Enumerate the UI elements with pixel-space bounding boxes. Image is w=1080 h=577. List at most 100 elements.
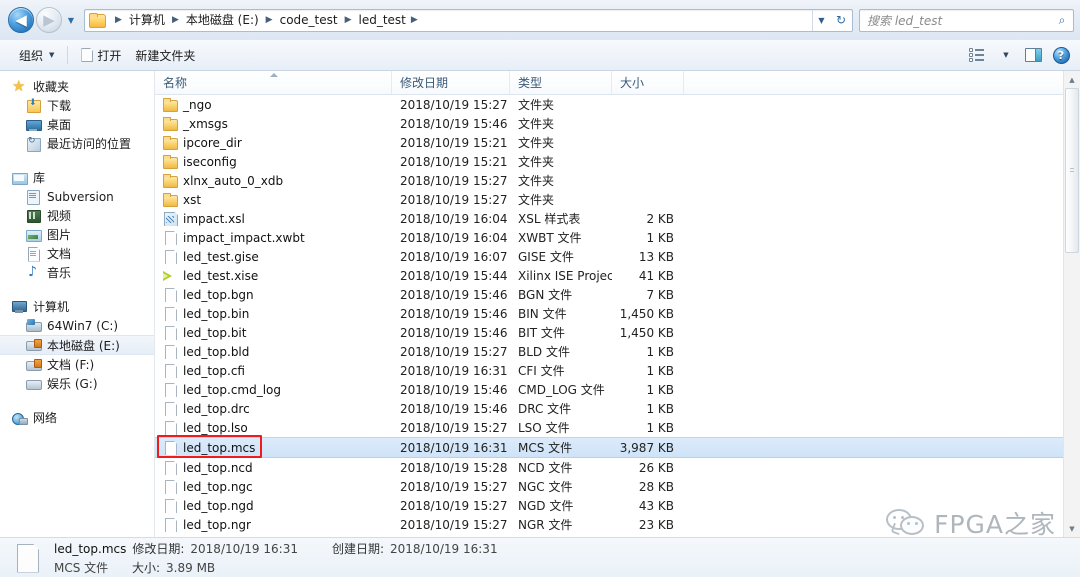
cell-type: CMD_LOG 文件 — [510, 381, 612, 398]
table-row[interactable]: led_top.ngr2018/10/19 15:27NGR 文件23 KB — [155, 515, 1063, 534]
table-row[interactable]: led_top.drc2018/10/19 15:46DRC 文件1 KB — [155, 399, 1063, 418]
back-button[interactable]: ◀ — [8, 7, 34, 33]
scroll-down-button[interactable]: ▼ — [1064, 520, 1080, 537]
breadcrumb-item-computer[interactable]: 计算机 — [127, 10, 167, 30]
cell-modified-date: 2018/10/19 15:46 — [392, 307, 510, 321]
table-row[interactable]: led_top.bit2018/10/19 15:46BIT 文件1,450 K… — [155, 323, 1063, 342]
sidebar-item-drive-f[interactable]: 文档 (F:) — [0, 355, 154, 374]
sidebar-item-computer[interactable]: 计算机 — [0, 297, 154, 316]
cell-type: MCS 文件 — [510, 439, 612, 456]
pictures-icon — [26, 228, 41, 242]
organize-button[interactable]: 组织 ▼ — [12, 44, 61, 67]
sidebar-label: 收藏夹 — [33, 78, 69, 95]
sidebar-item-drive-c[interactable]: 64Win7 (C:) — [0, 316, 154, 335]
column-header-name-label: 名称 — [163, 74, 187, 91]
table-row[interactable]: _ngo2018/10/19 15:27文件夹 — [155, 95, 1063, 114]
breadcrumb-item-code-test[interactable]: code_test — [278, 10, 340, 30]
table-row[interactable]: led_top.ngd2018/10/19 15:27NGD 文件43 KB — [155, 496, 1063, 515]
table-row[interactable]: led_top.cmd_log2018/10/19 15:46CMD_LOG 文… — [155, 380, 1063, 399]
sidebar-label: Subversion — [47, 190, 114, 204]
cell-modified-date: 2018/10/19 16:04 — [392, 231, 510, 245]
help-button[interactable]: ? — [1048, 44, 1074, 67]
table-row[interactable]: led_top.ngc2018/10/19 15:27NGC 文件28 KB — [155, 477, 1063, 496]
sidebar-item-documents[interactable]: 文档 — [0, 244, 154, 263]
scrollbar-track[interactable] — [1064, 88, 1080, 520]
change-view-button[interactable] — [964, 44, 990, 67]
table-row[interactable]: ipcore_dir2018/10/19 15:21文件夹 — [155, 133, 1063, 152]
sidebar-label: 音乐 — [47, 264, 71, 281]
file-name: led_top.cmd_log — [183, 383, 281, 397]
column-header-type[interactable]: 类型 — [510, 71, 612, 94]
table-row[interactable]: led_top.mcs2018/10/19 16:31MCS 文件3,987 K… — [155, 437, 1063, 458]
sidebar-item-libraries[interactable]: 库 — [0, 168, 154, 187]
file-icon — [163, 345, 177, 359]
sidebar-item-videos[interactable]: 视频 — [0, 206, 154, 225]
sidebar-label: 文档 — [47, 245, 71, 262]
status-filetype: MCS 文件 — [54, 559, 132, 576]
column-header-date[interactable]: 修改日期 — [392, 71, 510, 94]
sidebar-item-desktop[interactable]: 桌面 — [0, 115, 154, 134]
folder-icon — [163, 98, 177, 112]
cell-modified-date: 2018/10/19 15:44 — [392, 269, 510, 283]
explorer-window: ◀ ▶ ▼ ▶ 计算机 ▶ 本地磁盘 (E:) ▶ code_test ▶ le… — [0, 0, 1080, 577]
preview-pane-button[interactable] — [1020, 44, 1046, 67]
folder-icon — [163, 174, 177, 188]
cell-name: ipcore_dir — [155, 136, 392, 150]
cell-type: 文件夹 — [510, 172, 612, 189]
table-row[interactable]: led_top.cfi2018/10/19 16:31CFI 文件1 KB — [155, 361, 1063, 380]
table-row[interactable]: led_test.xise2018/10/19 15:44Xilinx ISE … — [155, 266, 1063, 285]
table-row[interactable]: led_top.ncd2018/10/19 15:28NCD 文件26 KB — [155, 458, 1063, 477]
table-row[interactable]: led_test.gise2018/10/19 16:07GISE 文件13 K… — [155, 247, 1063, 266]
vertical-scrollbar[interactable]: ▲ ▼ — [1063, 71, 1080, 537]
sidebar-item-recent-places[interactable]: 最近访问的位置 — [0, 134, 154, 153]
column-header-name[interactable]: 名称 — [155, 71, 392, 94]
status-size-value: 3.89 MB — [166, 561, 215, 575]
table-row[interactable]: led_top.lso2018/10/19 15:27LSO 文件1 KB — [155, 418, 1063, 437]
cell-modified-date: 2018/10/19 15:27 — [392, 174, 510, 188]
column-header-filler — [684, 71, 1063, 94]
table-row[interactable]: impact_impact.xwbt2018/10/19 16:04XWBT 文… — [155, 228, 1063, 247]
breadcrumb-separator[interactable]: ▶ — [408, 15, 422, 25]
breadcrumb-item-local-disk-e[interactable]: 本地磁盘 (E:) — [184, 10, 261, 30]
new-folder-label: 新建文件夹 — [135, 47, 195, 64]
table-row[interactable]: _xmsgs2018/10/19 15:46文件夹 — [155, 114, 1063, 133]
table-row[interactable]: xlnx_auto_0_xdb2018/10/19 15:27文件夹 — [155, 171, 1063, 190]
toolbar-right-group: ▼ ? — [964, 44, 1074, 67]
cell-type: NGR 文件 — [510, 516, 612, 533]
table-row[interactable]: led_top.bld2018/10/19 15:27BLD 文件1 KB — [155, 342, 1063, 361]
sidebar-item-drive-g[interactable]: 娱乐 (G:) — [0, 374, 154, 393]
sidebar-item-subversion[interactable]: Subversion — [0, 187, 154, 206]
sidebar-spacer — [0, 395, 154, 408]
column-header-size[interactable]: 大小 — [612, 71, 684, 94]
status-modified-label: 修改日期: — [132, 540, 184, 557]
sidebar-item-network[interactable]: 网络 — [0, 408, 154, 427]
scrollbar-thumb[interactable] — [1065, 88, 1079, 253]
open-button[interactable]: 打开 — [74, 44, 128, 67]
address-history-dropdown[interactable]: ▼ — [812, 10, 830, 31]
recent-pages-dropdown[interactable]: ▼ — [64, 9, 78, 31]
view-options-dropdown[interactable]: ▼ — [992, 44, 1018, 67]
table-row[interactable]: impact.xsl2018/10/19 16:04XSL 样式表2 KB — [155, 209, 1063, 228]
sidebar-item-pictures[interactable]: 图片 — [0, 225, 154, 244]
scroll-up-button[interactable]: ▲ — [1064, 71, 1080, 88]
sort-ascending-icon — [270, 73, 278, 77]
sidebar-spacer — [0, 284, 154, 297]
forward-button[interactable]: ▶ — [36, 7, 62, 33]
table-row[interactable]: iseconfig2018/10/19 15:21文件夹 — [155, 152, 1063, 171]
navigation-pane[interactable]: 收藏夹 下载 桌面 最近访问的位置 — [0, 71, 155, 537]
sidebar-item-downloads[interactable]: 下载 — [0, 96, 154, 115]
search-input[interactable]: 搜索 led_test ⌕ — [859, 9, 1074, 32]
table-row[interactable]: xst2018/10/19 15:27文件夹 — [155, 190, 1063, 209]
sidebar-item-music[interactable]: 音乐 — [0, 263, 154, 282]
table-row[interactable]: led_top.bin2018/10/19 15:46BIN 文件1,450 K… — [155, 304, 1063, 323]
cell-modified-date: 2018/10/19 15:28 — [392, 461, 510, 475]
file-name: led_top.bgn — [183, 288, 254, 302]
breadcrumb-item-led-test[interactable]: led_test — [357, 10, 408, 30]
sidebar-item-drive-e[interactable]: 本地磁盘 (E:) — [0, 335, 154, 355]
refresh-button[interactable]: ↻ — [830, 10, 852, 31]
table-row[interactable]: led_top.bgn2018/10/19 15:46BGN 文件7 KB — [155, 285, 1063, 304]
breadcrumb[interactable]: ▶ 计算机 ▶ 本地磁盘 (E:) ▶ code_test ▶ led_test… — [84, 9, 853, 32]
new-folder-button[interactable]: 新建文件夹 — [128, 44, 202, 67]
file-rows[interactable]: _ngo2018/10/19 15:27文件夹_xmsgs2018/10/19 … — [155, 95, 1063, 537]
sidebar-item-favorites[interactable]: 收藏夹 — [0, 77, 154, 96]
